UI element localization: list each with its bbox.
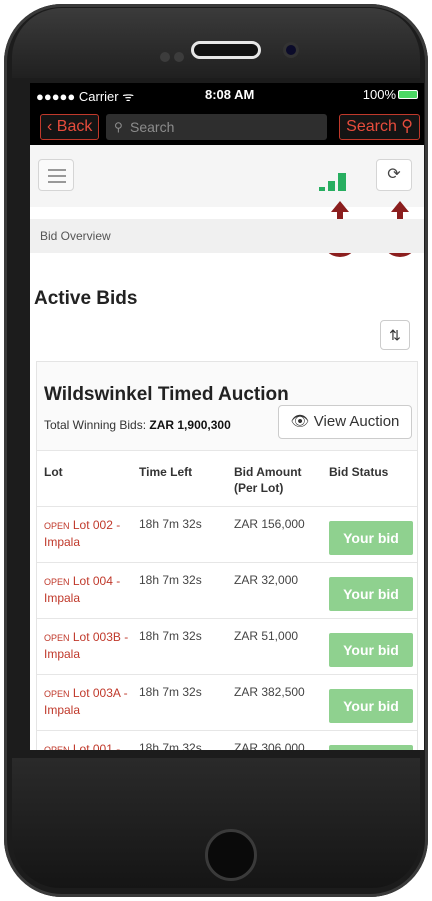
search-placeholder: Search [130, 119, 175, 135]
bid-status-badge[interactable]: Your bid [329, 577, 413, 611]
col-bid-status: Bid Status [329, 465, 389, 479]
col-lot: Lot [44, 465, 63, 479]
col-bid-amount: Bid Amount (Per Lot) [234, 465, 302, 495]
lot-link[interactable]: OPEN Lot 002 - Impala [44, 517, 130, 550]
open-tag: OPEN [44, 633, 70, 643]
front-camera [283, 42, 299, 58]
bid-amount: ZAR 382,500 [234, 685, 305, 699]
menu-button[interactable] [38, 159, 74, 191]
table-row: OPEN Lot 001 - Impala 18h 7m 32s ZAR 306,0… [37, 731, 417, 750]
clock: 8:08 AM [205, 87, 255, 102]
app-screen: ●●●●● Carrier ᯤ 8:08 AM 100% ‹ Back ⚲ Se… [30, 83, 424, 750]
time-left: 18h 7m 32s [139, 685, 202, 699]
time-left: 18h 7m 32s [139, 573, 202, 587]
table-header: Lot Time Left Bid Amount (Per Lot) Bid S… [37, 451, 417, 507]
lot-link[interactable]: OPEN Lot 001 - Impala [44, 741, 130, 750]
table-row: OPEN Lot 003B - Impala 18h 7m 32s ZAR 51,0… [37, 619, 417, 675]
time-left: 18h 7m 32s [139, 517, 202, 531]
search-input[interactable]: ⚲ Search [106, 114, 327, 140]
total-label: Total Winning Bids: [44, 418, 147, 432]
bid-status-badge[interactable]: Your bid [329, 633, 413, 667]
table-row: OPEN Lot 002 - Impala 18h 7m 32s ZAR 156,0… [37, 507, 417, 563]
auction-card: Wildswinkel Timed Auction Total Winning … [36, 361, 418, 750]
battery-icon [398, 90, 418, 99]
time-left: 18h 7m 32s [139, 629, 202, 643]
menu-icon-bar [48, 181, 66, 183]
open-tag: OPEN [44, 689, 70, 699]
view-auction-button[interactable]: 👁 View Auction [278, 405, 412, 439]
table-row: OPEN Lot 003A - Impala 18h 7m 32s ZAR 382,… [37, 675, 417, 731]
search-button[interactable]: Search ⚲ [339, 114, 420, 140]
auction-title: Wildswinkel Timed Auction [44, 384, 289, 405]
bid-amount: ZAR 32,000 [234, 573, 299, 587]
carrier-label: ●●●●● Carrier ᯤ [36, 89, 135, 104]
lot-link[interactable]: OPEN Lot 003A - Impala [44, 685, 130, 718]
connection-signal-icon [319, 167, 355, 191]
table-row: OPEN Lot 004 - Impala 18h 7m 32s ZAR 32,00… [37, 563, 417, 619]
lot-link[interactable]: OPEN Lot 003B - Impala [44, 629, 130, 662]
menu-icon [48, 169, 66, 171]
refresh-button[interactable]: ⟳ [376, 159, 412, 191]
open-tag: OPEN [44, 521, 70, 531]
time-left: 18h 7m 32s [139, 741, 202, 750]
bid-amount: ZAR 156,000 [234, 517, 305, 531]
menu-icon-bar [48, 175, 66, 177]
col-time-left: Time Left [139, 465, 193, 479]
refresh-icon: ⟳ [387, 166, 401, 183]
bid-status-badge[interactable]: Your bid [329, 689, 413, 723]
back-button[interactable]: ‹ Back [40, 114, 100, 140]
home-hardware-button [205, 829, 257, 881]
speaker-grille [191, 41, 261, 59]
bid-status-badge[interactable]: Your bid [329, 521, 413, 555]
bid-amount: ZAR 306,000 [234, 741, 305, 750]
battery-percent: 100% [362, 87, 396, 102]
bids-table: Lot Time Left Bid Amount (Per Lot) Bid S… [37, 450, 417, 750]
open-tag: OPEN [44, 577, 70, 587]
total-winning-bids: Total Winning Bids: ZAR 1,900,300 [44, 418, 231, 432]
sensor-dots [160, 52, 170, 62]
status-bar: ●●●●● Carrier ᯤ 8:08 AM 100% [30, 83, 424, 105]
bid-amount: ZAR 51,000 [234, 629, 299, 643]
page-title: Active Bids [34, 288, 138, 309]
browser-nav: ‹ Back ⚲ Search Search ⚲ [30, 105, 424, 145]
app-toolbar: ⟳ [30, 145, 424, 207]
sort-button[interactable]: ⇅ [380, 320, 410, 350]
sort-icon: ⇅ [389, 327, 401, 343]
breadcrumb: Bid Overview [30, 219, 424, 253]
lot-link[interactable]: OPEN Lot 004 - Impala [44, 573, 130, 606]
total-value: ZAR 1,900,300 [149, 418, 231, 432]
search-icon: ⚲ [114, 120, 123, 134]
phone-top [12, 8, 420, 78]
